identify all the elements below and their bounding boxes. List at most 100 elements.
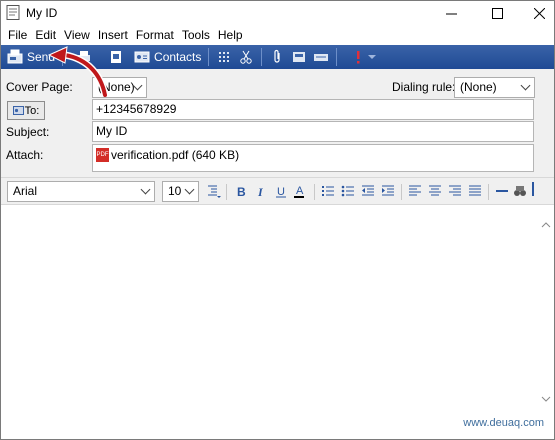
italic-icon[interactable]: I [254,184,268,198]
font-family-value: Arial [13,184,38,198]
scroll-down-icon[interactable] [538,391,554,407]
decrease-indent-icon[interactable] [361,184,375,198]
priority-button[interactable] [347,46,379,68]
status-area: www.deuaq.com [1,409,554,439]
pdf-file-icon: PDF [96,147,109,162]
insert-image-button[interactable] [288,46,310,68]
cover-page-value: (None) [98,80,135,94]
title-bar: My ID [1,1,554,25]
close-button[interactable] [517,1,555,25]
cover-page-dropdown[interactable]: (None) [92,77,147,98]
toolbar-separator [336,48,338,66]
address-card-icon [134,51,150,63]
maximize-icon [491,7,503,19]
to-button-label: To: [24,104,40,117]
chevron-down-icon [520,80,531,91]
scanner-icon [314,54,329,61]
close-icon [533,7,545,19]
vertical-scrollbar[interactable] [538,205,554,409]
contacts-label: Contacts [154,50,202,64]
subject-field[interactable]: My ID [92,121,534,142]
svg-text:B: B [237,185,246,198]
menu-help[interactable]: Help [214,26,247,44]
cut-button[interactable] [235,46,257,68]
exclamation-icon [357,51,360,64]
chevron-down-icon [368,55,377,59]
toolbar-separator [314,184,315,200]
menu-bar: File Edit View Insert Format Tools Help [1,25,554,45]
attachment-item[interactable]: verification.pdf (640 KB) [111,148,239,162]
to-value: +12345678929 [96,102,177,116]
subject-label: Subject: [6,125,50,139]
maximize-button[interactable] [475,1,519,25]
attach-label: Attach: [6,148,44,162]
send-button[interactable]: Send [4,46,58,68]
format-toolbar: Arial 10 B I U A [1,177,554,205]
align-center-icon[interactable] [428,184,442,198]
print-button[interactable] [73,46,99,68]
fax-compose-window: My ID File Edit View Insert Format Tools… [0,0,555,440]
send-label: Send [27,50,56,64]
menu-edit[interactable]: Edit [31,26,60,44]
line-spacing-icon[interactable] [207,184,221,198]
chevron-down-icon [184,184,195,195]
grid-icon [219,52,230,62]
attachments-field[interactable]: PDF verification.pdf (640 KB) [92,144,534,172]
printer-icon [78,51,91,61]
attach-button[interactable] [266,46,288,68]
justify-icon[interactable] [468,184,482,198]
font-family-dropdown[interactable]: Arial [7,181,155,202]
document-icon [6,5,20,20]
svg-text:A: A [296,185,304,197]
toolbar-separator [62,48,64,66]
font-color-icon[interactable]: A [293,184,307,198]
preview-button[interactable] [105,46,131,68]
toolbar-separator [401,184,402,200]
menu-insert[interactable]: Insert [94,26,132,44]
paperclip-icon [274,49,280,63]
minimize-icon [445,13,457,14]
find-icon[interactable] [513,184,527,198]
dialing-rule-dropdown[interactable]: (None) [454,77,535,98]
increase-indent-icon[interactable] [381,184,395,198]
toolbar-separator [488,184,489,200]
to-field[interactable]: +12345678929 [92,99,534,120]
menu-view[interactable]: View [60,26,94,44]
toolbar-separator [261,48,263,66]
toolbar-overflow-icon[interactable] [532,182,534,196]
cover-page-label: Cover Page: [6,80,73,94]
underline-icon[interactable]: U [274,184,288,198]
address-book-icon [12,106,24,115]
fax-send-icon [7,49,23,64]
dialing-rule-value: (None) [460,80,497,94]
subject-value: My ID [96,124,128,138]
align-left-icon[interactable] [408,184,422,198]
svg-text:U: U [277,186,285,198]
font-size-value: 10 [168,184,182,198]
svg-text:I: I [257,185,264,198]
toolbar-separator [226,184,227,200]
scroll-up-icon[interactable] [538,217,554,233]
watermark-text: www.deuaq.com [463,417,544,429]
image-icon [293,52,306,62]
font-size-dropdown[interactable]: 10 [162,181,199,202]
bold-icon[interactable]: B [234,184,248,198]
bulleted-list-icon[interactable] [341,184,355,198]
contacts-button[interactable]: Contacts [131,46,204,68]
window-title: My ID [26,6,58,20]
minimize-button[interactable] [429,1,473,25]
main-toolbar: Send Contacts [1,45,554,69]
menu-tools[interactable]: Tools [178,26,214,44]
numbered-list-icon[interactable] [321,184,335,198]
preview-icon [111,51,122,63]
to-button[interactable]: To: [7,101,45,120]
menu-format[interactable]: Format [132,26,178,44]
fax-header: Cover Page: (None) Dialing rule: (None) … [1,69,554,177]
grid-button[interactable] [213,46,235,68]
dialing-rule-label: Dialing rule: [392,80,456,94]
horizontal-line-icon[interactable] [495,184,509,198]
scan-button[interactable] [310,46,332,68]
message-body-editor[interactable] [1,205,538,405]
align-right-icon[interactable] [448,184,462,198]
menu-file[interactable]: File [4,26,31,44]
